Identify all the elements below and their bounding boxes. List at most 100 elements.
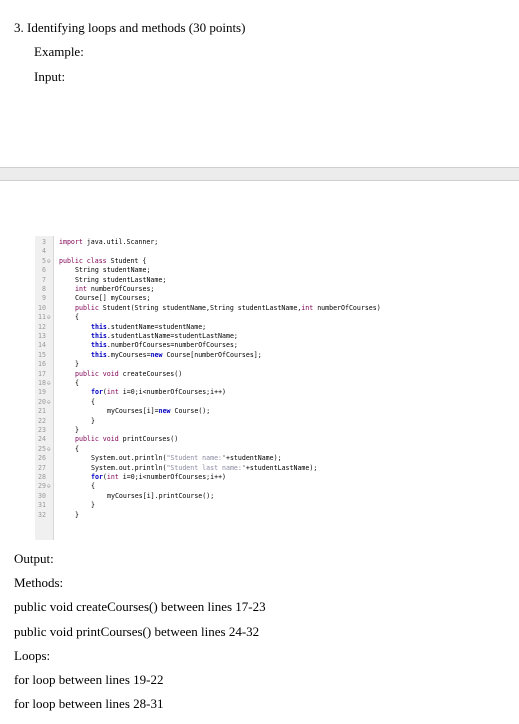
fold-marker-icon[interactable]: ⊖	[47, 379, 51, 388]
line-number: 16	[38, 360, 46, 369]
code-token: {	[91, 397, 95, 406]
line-number: 25	[38, 444, 46, 453]
code-token: this	[91, 332, 107, 340]
code-text: Course[] myCourses;	[75, 294, 150, 303]
line-number: 5	[42, 256, 46, 265]
code-token: i=0;i<numberOfCourses;i++)	[122, 388, 227, 397]
methods-label: Methods:	[14, 575, 64, 590]
line-number: 4	[42, 247, 46, 256]
code-text: int numberOfCourses;	[75, 285, 154, 294]
code-token: System.out.println(	[91, 463, 167, 472]
line-number: 27	[38, 463, 46, 472]
code-text: this.numberOfCourses=numberOfCourses;	[91, 341, 238, 350]
code-token: import	[59, 238, 83, 246]
code-token: }	[75, 360, 79, 369]
fold-marker-icon[interactable]: ⊖	[47, 313, 51, 322]
code-text: public void printCourses()	[75, 435, 178, 444]
code-text: }	[91, 417, 95, 426]
code-text: System.out.println("Student last name:"+…	[91, 464, 317, 473]
code-text: public Student(String studentName,String…	[75, 304, 381, 313]
code-token: myCourses[i]=	[107, 407, 159, 416]
code-text: this.myCourses=new Course[numberOfCourse…	[91, 351, 262, 360]
code-token: .myCourses=	[106, 350, 151, 359]
code-text: }	[91, 501, 95, 510]
code-token: {	[75, 313, 79, 322]
code-token: String studentName;	[75, 266, 151, 275]
code-token: createCourses()	[122, 369, 183, 378]
code-token: this	[91, 350, 107, 359]
fold-marker-icon[interactable]: ⊖	[47, 482, 51, 491]
line-number: 13	[38, 332, 46, 340]
code-token: public class	[59, 256, 111, 265]
code-text: {	[91, 398, 95, 407]
code-token: new	[158, 407, 171, 416]
code-token: .studentLastName=studentLastName;	[106, 332, 238, 340]
code-text: {	[75, 313, 79, 322]
code-text: import java.util.Scanner;	[59, 238, 158, 247]
loops-label: Loops:	[14, 648, 51, 663]
code-token: Student(String studentName,String studen…	[102, 303, 302, 312]
code-token: int	[75, 285, 91, 293]
code-token: i=0;i<numberOfCourses;i++)	[122, 473, 227, 481]
fold-marker-icon[interactable]: ⊖	[47, 445, 51, 454]
code-editor-screenshot: 3 import java.util.Scanner; 4 5 ⊖ public clas…	[35, 236, 505, 540]
line-number: 12	[38, 322, 46, 331]
output-label: Output:	[14, 551, 54, 566]
code-token: {	[91, 482, 95, 491]
example-label: Example:	[34, 44, 84, 59]
code-token: String studentLastName;	[75, 275, 167, 284]
code-token: myCourses[i].printCourse();	[107, 491, 215, 500]
line-number: 30	[38, 491, 46, 500]
loop-2-answer: for loop between lines 28-31	[14, 696, 164, 711]
code-token: public void	[75, 435, 123, 444]
line-number: 9	[42, 294, 46, 303]
line-number: 10	[38, 303, 46, 312]
code-token: numberOfCourses;	[90, 285, 155, 293]
page-divider-bottom	[0, 180, 519, 181]
code-token: }	[75, 510, 79, 519]
code-text: }	[75, 426, 79, 435]
code-text: myCourses[i].printCourse();	[107, 492, 214, 501]
code-token: Course[numberOfCourses];	[162, 350, 262, 359]
line-number: 11	[38, 313, 46, 322]
code-token: for	[91, 473, 103, 481]
line-number: 24	[38, 435, 46, 444]
code-text: String studentLastName;	[75, 276, 166, 285]
code-token: .numberOfCourses=numberOfCourses;	[106, 341, 238, 350]
code-token: "Student last name:"	[166, 463, 246, 472]
code-token: +studentLastName);	[245, 463, 318, 472]
code-text: {	[75, 379, 79, 388]
code-token: int	[106, 473, 123, 481]
fold-marker-icon[interactable]: ⊖	[47, 257, 51, 266]
line-number: 19	[38, 388, 46, 397]
line-number: 17	[38, 369, 46, 378]
code-token: System.out.println(	[91, 454, 167, 463]
code-token: {	[75, 444, 79, 453]
code-text: public void createCourses()	[75, 370, 182, 379]
code-text: public class Student {	[59, 257, 146, 266]
code-text: for(int i=0;i<numberOfCourses;i++)	[91, 388, 226, 397]
line-number: 15	[38, 350, 46, 359]
code-token: printCourses()	[122, 435, 179, 444]
code-token: Course[] myCourses;	[75, 294, 151, 303]
line-number: 23	[38, 426, 46, 434]
code-token: numberOfCourses)	[317, 303, 381, 312]
code-token: new	[150, 350, 163, 359]
line-number: 3	[42, 238, 46, 246]
line-number: 22	[38, 416, 46, 425]
fold-marker-icon[interactable]: ⊖	[47, 398, 51, 407]
code-token: "Student name:"	[166, 454, 226, 463]
code-token: }	[91, 416, 95, 425]
code-text: {	[91, 482, 95, 491]
code-text: this.studentLastName=studentLastName;	[91, 332, 238, 341]
question-heading: 3. Identifying loops and methods (30 poi…	[14, 20, 246, 35]
line-number: 14	[38, 341, 46, 350]
code-token: java.util.Scanner;	[82, 238, 159, 246]
code-token: }	[75, 426, 79, 434]
line-number: 29	[38, 482, 46, 491]
code-text: System.out.println("Student name:"+stude…	[91, 454, 282, 463]
code-token: public	[75, 303, 103, 312]
code-text: }	[75, 511, 79, 520]
method-1-answer: public void createCourses() between line…	[14, 599, 266, 614]
line-number: 18	[38, 379, 46, 387]
